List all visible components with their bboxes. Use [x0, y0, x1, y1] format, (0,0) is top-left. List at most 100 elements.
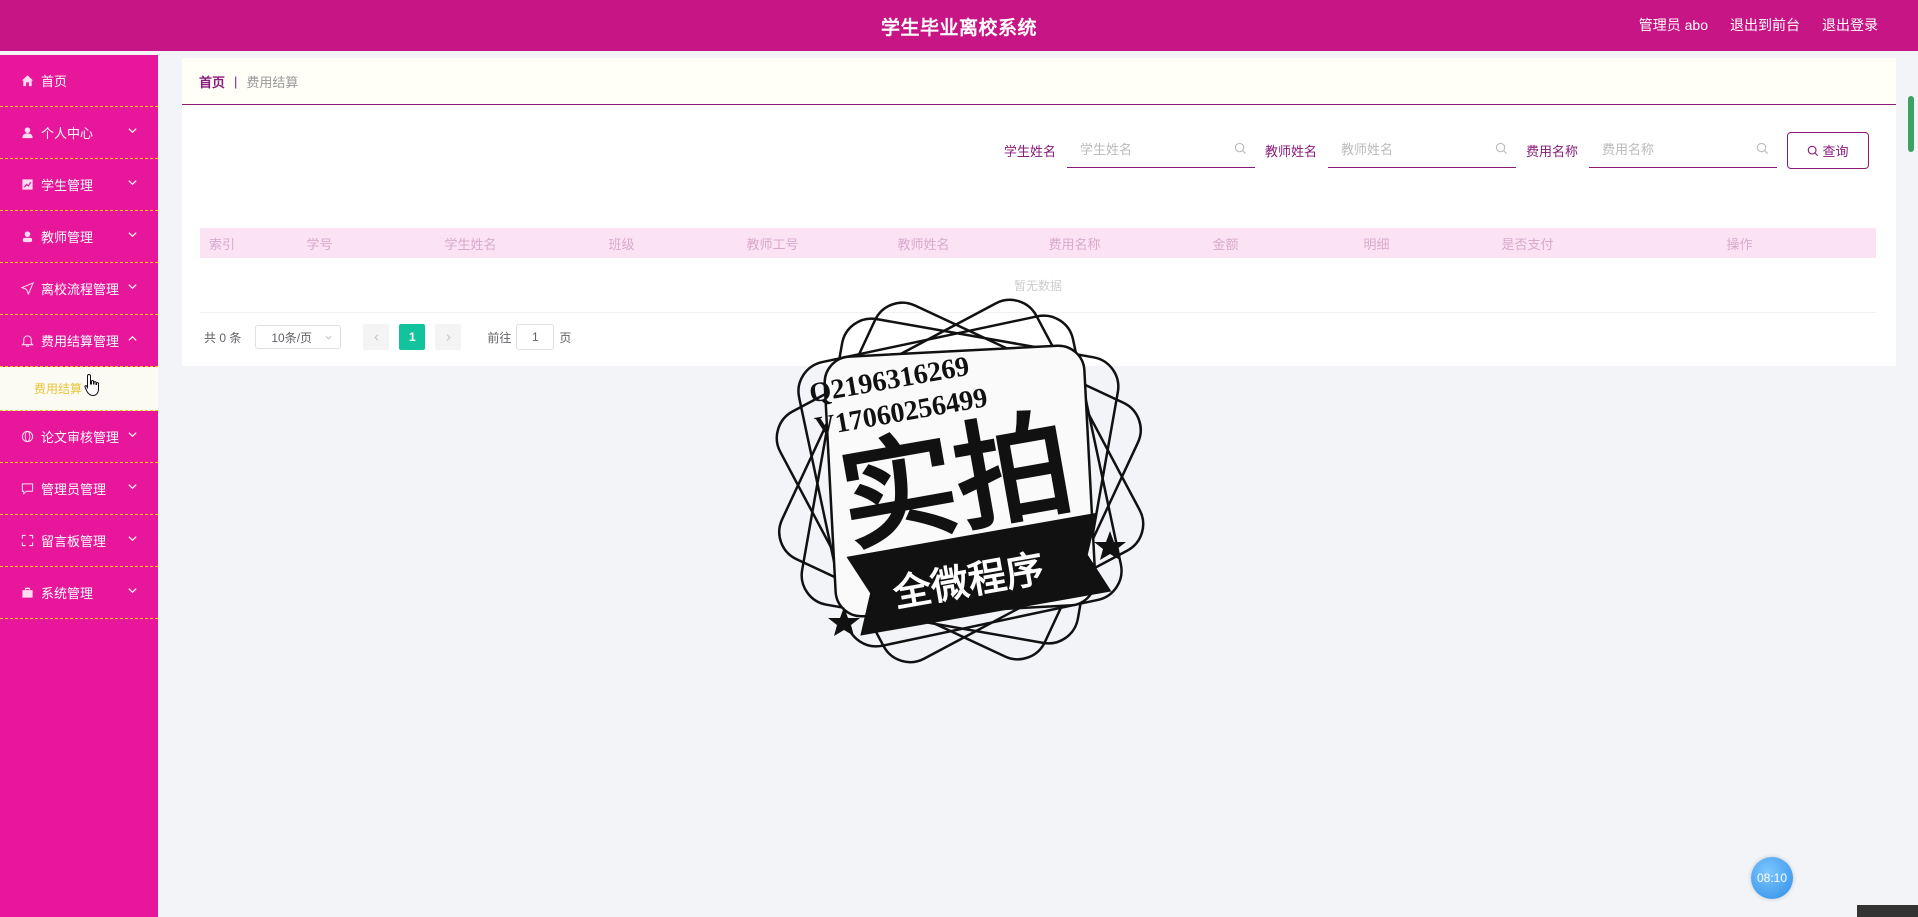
sidebar-item-fee-settlement[interactable]: 费用结算管理: [0, 315, 158, 367]
column-header: 班级: [608, 236, 635, 252]
sidebar-item-leave-process[interactable]: 离校流程管理: [0, 263, 158, 315]
fee-name-field: [1589, 133, 1777, 168]
bell-icon: [20, 334, 34, 348]
pagination: 共 0 条 10条/页 1 前往 1 页: [204, 324, 571, 350]
submenu-item-label: 费用结算: [34, 382, 83, 396]
sidebar-item-label: 系统管理: [41, 586, 94, 601]
chevron-down-icon: [128, 588, 137, 594]
fee-name-label: 费用名称: [1525, 144, 1578, 159]
chevron-down-icon: [128, 432, 137, 438]
corner-widget: [1857, 905, 1918, 917]
sidebar-item-message-board[interactable]: 留言板管理: [0, 515, 158, 567]
column-header: 是否支付: [1501, 236, 1554, 252]
sidebar-item-students[interactable]: 学生管理: [0, 159, 158, 211]
scrollbar[interactable]: [1908, 96, 1914, 152]
chevron-down-icon: [128, 284, 137, 290]
goto-prefix: 前往: [487, 330, 512, 345]
chevron-down-icon: [128, 128, 137, 134]
chevron-down-icon: [128, 232, 137, 238]
teacher-name-label: 教师姓名: [1264, 144, 1317, 159]
fee-name-input[interactable]: [1589, 133, 1769, 166]
sidebar-item-label: 离校流程管理: [41, 282, 120, 297]
breadcrumb-home[interactable]: 首页: [199, 72, 225, 91]
person-icon: [20, 126, 34, 140]
page-size-select[interactable]: 10条/页: [255, 325, 342, 349]
user-icon: [20, 230, 34, 244]
send-icon: [20, 282, 34, 296]
user-label: 管理员 abo: [1638, 17, 1708, 33]
column-header: 金额: [1212, 236, 1239, 252]
total-count: 共 0 条: [204, 330, 242, 345]
sidebar-item-home[interactable]: 首页: [0, 55, 158, 107]
teacher-name-input[interactable]: [1327, 133, 1508, 166]
submenu-item-fee-settlement[interactable]: 费用结算: [0, 367, 158, 411]
column-header: 教师姓名: [897, 236, 950, 252]
chevron-down-icon: [128, 484, 137, 490]
globe-icon: [20, 430, 34, 444]
column-header: 费用名称: [1048, 236, 1101, 252]
sidebar-item-thesis-review[interactable]: 论文审核管理: [0, 411, 158, 463]
column-header: 操作: [1726, 236, 1753, 252]
search-icon: [1808, 145, 1819, 156]
goto-page-input[interactable]: 1: [516, 324, 555, 350]
sidebar-item-label: 个人中心: [41, 126, 94, 141]
student-name-label: 学生姓名: [1003, 144, 1056, 159]
front-link[interactable]: 退出到前台: [1730, 15, 1800, 35]
sidebar: 首页 个人中心 学生管理 教师管理 离校流程管理 费用结算管理 费用结算 论文审…: [0, 55, 158, 917]
query-button-label: 查询: [1822, 144, 1849, 159]
search-icon: [1756, 142, 1769, 154]
search-icon: [1495, 142, 1507, 154]
fullscreen-icon: [20, 534, 34, 548]
sidebar-item-admins[interactable]: 管理员管理: [0, 463, 158, 515]
chevron-right-icon: [446, 333, 451, 341]
sidebar-item-label: 论文审核管理: [41, 430, 120, 445]
chevron-down-icon: [128, 536, 137, 542]
search-bar: 学生姓名 教师姓名 费用名称 查询: [1004, 132, 1869, 169]
page-number-current[interactable]: 1: [399, 324, 426, 350]
prev-page-button[interactable]: [363, 324, 390, 350]
home-icon: [20, 74, 34, 88]
table-header: 索引 学号 学生姓名 班级 教师工号 教师姓名 费用名称 金额 明细 是否支付 …: [200, 228, 1876, 258]
chevron-up-icon: [128, 335, 137, 341]
sidebar-item-system[interactable]: 系统管理: [0, 567, 158, 619]
query-button[interactable]: 查询: [1787, 132, 1869, 169]
page-size-value: 10条/页: [271, 330, 313, 345]
chevron-down-icon: [325, 335, 332, 340]
breadcrumb: 首页 | 费用结算: [182, 58, 1896, 105]
app-title: 学生毕业离校系统: [880, 18, 1037, 39]
column-header: 学号: [306, 236, 333, 252]
column-header: 索引: [208, 236, 235, 252]
hand-cursor-icon: [84, 373, 99, 397]
sidebar-item-personal[interactable]: 个人中心: [0, 107, 158, 159]
column-header: 教师工号: [746, 236, 799, 252]
sidebar-item-label: 留言板管理: [41, 534, 107, 549]
sidebar-item-label: 首页: [41, 74, 68, 89]
clock-badge[interactable]: 08:10: [1751, 857, 1793, 899]
star-icon: [1094, 531, 1126, 560]
column-header: 明细: [1363, 236, 1390, 252]
header-actions: 管理员 abo 退出到前台 退出登录: [1639, 15, 1878, 35]
briefcase-icon: [20, 586, 34, 600]
breadcrumb-current: 费用结算: [246, 74, 299, 90]
chart-icon: [20, 178, 34, 192]
breadcrumb-separator: |: [234, 73, 238, 89]
student-name-field: [1066, 133, 1255, 168]
teacher-name-field: [1327, 133, 1516, 168]
logout-link[interactable]: 退出登录: [1822, 15, 1878, 35]
next-page-button[interactable]: [435, 324, 462, 350]
chat-icon: [20, 482, 34, 496]
column-header: 学生姓名: [444, 236, 497, 252]
sidebar-item-label: 管理员管理: [41, 482, 107, 497]
goto-page: 前往 1 页: [487, 324, 571, 350]
sidebar-item-label: 费用结算管理: [41, 334, 120, 349]
chevron-down-icon: [128, 180, 137, 186]
watermark-stamp: Q2196316269 V17060256499 实拍 全微程序: [775, 298, 1145, 664]
search-icon: [1234, 142, 1246, 154]
chevron-left-icon: [374, 333, 379, 341]
goto-suffix: 页: [559, 330, 572, 345]
top-bar: 学生毕业离校系统 管理员 abo 退出到前台 退出登录: [0, 0, 1918, 51]
sidebar-item-teachers[interactable]: 教师管理: [0, 211, 158, 263]
sidebar-item-label: 学生管理: [41, 178, 94, 193]
sidebar-item-label: 教师管理: [41, 230, 94, 245]
student-name-input[interactable]: [1066, 133, 1247, 166]
